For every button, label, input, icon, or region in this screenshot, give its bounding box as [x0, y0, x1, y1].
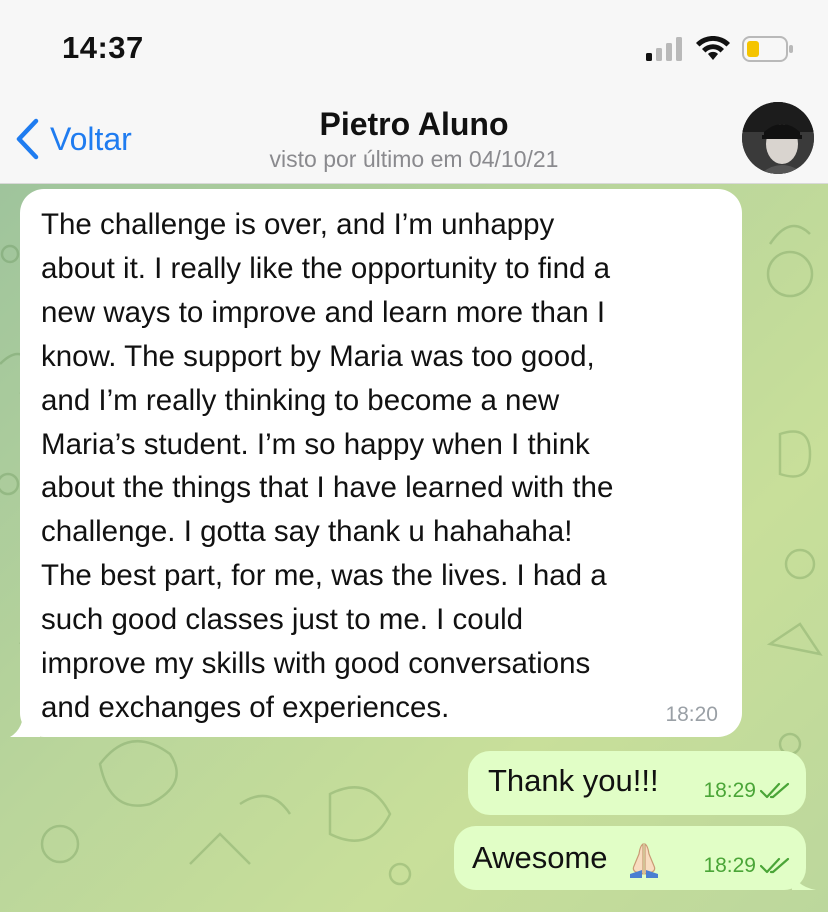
- outgoing-message[interactable]: Awesome 18:29: [454, 826, 816, 890]
- outgoing-message-meta: 18:29: [703, 779, 790, 803]
- incoming-bubble-tail: [10, 707, 40, 737]
- outgoing-message-time: 18:29: [703, 854, 756, 877]
- folded-hands-icon: [630, 842, 659, 878]
- status-icons: [646, 36, 794, 62]
- last-seen-status: visto por último em 04/10/21: [269, 146, 559, 172]
- double-check-icon: [760, 857, 790, 874]
- outgoing-message[interactable]: Thank you!!! 18:29: [468, 751, 806, 815]
- outgoing-message-text: Thank you!!!: [488, 763, 659, 798]
- outgoing-message-text: Awesome: [472, 840, 608, 876]
- avatar-photo: [742, 102, 814, 174]
- outgoing-message-meta: 18:29: [703, 854, 790, 878]
- status-bar: 14:37: [0, 0, 828, 96]
- double-check-icon: [760, 782, 790, 799]
- incoming-message-time: 18:20: [665, 703, 718, 726]
- wifi-icon: [696, 36, 730, 60]
- battery-low-icon: [742, 36, 793, 62]
- status-time: 14:37: [62, 30, 144, 65]
- chat-area[interactable]: The challenge is over, and I’m unhappy a…: [0, 184, 828, 912]
- outgoing-message-content: Awesome: [472, 840, 664, 880]
- chat-title[interactable]: Pietro Aluno: [0, 106, 828, 143]
- outgoing-bubble-tail: [792, 868, 816, 890]
- chat-header: Voltar Pietro Aluno visto por último em …: [0, 96, 828, 184]
- outgoing-message-time: 18:29: [703, 779, 756, 802]
- incoming-message[interactable]: The challenge is over, and I’m unhappy a…: [10, 189, 742, 737]
- cellular-signal-icon: [646, 37, 682, 61]
- avatar[interactable]: [742, 102, 814, 174]
- incoming-message-text: The challenge is over, and I’m unhappy a…: [41, 208, 614, 724]
